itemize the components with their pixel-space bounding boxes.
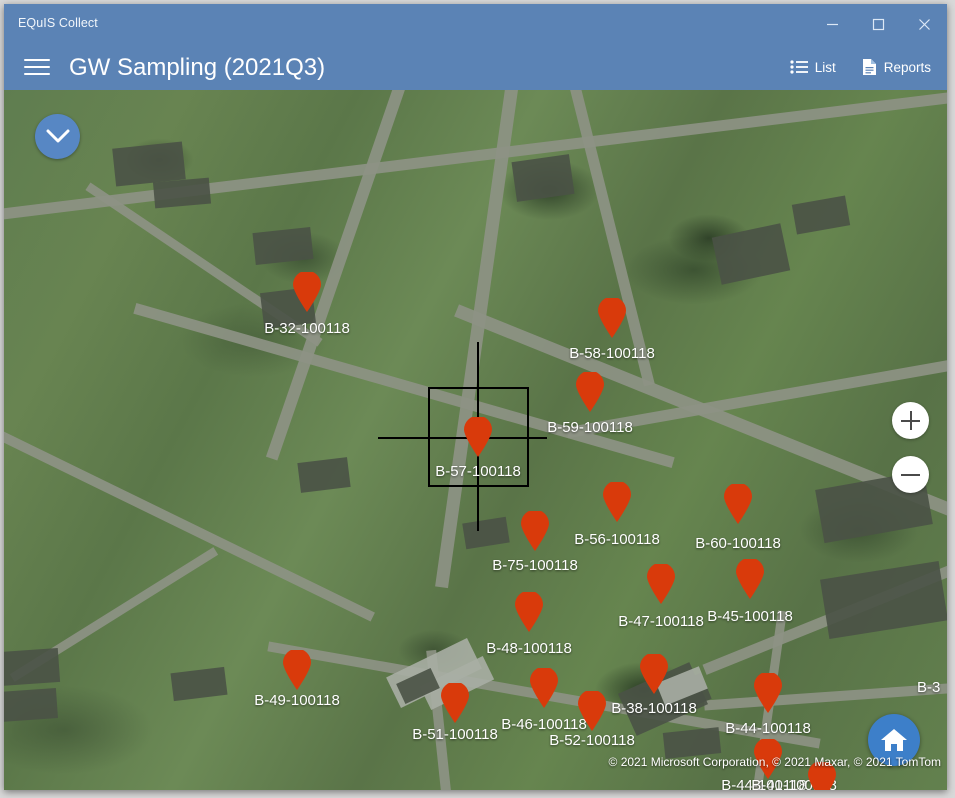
map-marker[interactable]	[578, 691, 606, 731]
marker-label-selected: B-57-100118	[435, 463, 521, 480]
map-pin-icon	[530, 668, 558, 708]
chevron-down-icon	[46, 129, 69, 143]
marker-label: B-32-100118	[264, 320, 350, 337]
marker-label: B-49-100118	[254, 692, 340, 709]
map-pin-icon	[293, 272, 321, 312]
map-pin-icon	[640, 654, 668, 694]
hamburger-line	[24, 59, 50, 61]
map-marker[interactable]	[293, 272, 321, 312]
list-icon	[790, 60, 808, 74]
marker-label: B-75-100118	[492, 557, 578, 574]
map-pin-icon	[521, 511, 549, 551]
map-pin-icon	[754, 673, 782, 713]
map-pin-icon	[647, 564, 675, 604]
hamburger-line	[24, 66, 50, 68]
minus-icon	[901, 465, 920, 484]
zoom-in-button[interactable]	[892, 402, 929, 439]
marker-label: B-52-100118	[549, 732, 635, 749]
home-icon	[881, 729, 907, 751]
list-button-label: List	[814, 59, 836, 75]
marker-label: B-46-100118	[501, 716, 587, 733]
map-marker[interactable]	[724, 484, 752, 524]
marker-label: B-56-100118	[574, 531, 660, 548]
building	[4, 647, 61, 687]
building	[511, 154, 575, 202]
building	[297, 457, 351, 493]
minimize-button[interactable]	[809, 4, 855, 44]
map-pin-icon	[464, 417, 492, 457]
marker-label: B-48-100118	[486, 640, 572, 657]
map-marker[interactable]	[515, 592, 543, 632]
close-icon	[918, 18, 930, 30]
map-attribution: © 2021 Microsoft Corporation, © 2021 Max…	[608, 755, 941, 769]
map-pin-icon	[283, 650, 311, 690]
maximize-button[interactable]	[855, 4, 901, 44]
marker-label: B-60-100118	[695, 535, 781, 552]
map-marker[interactable]	[576, 372, 604, 412]
app-bar-actions: List Reports	[786, 44, 935, 90]
equis-collect-window: EQuIS Collect GW Sampling (2021Q3) List …	[0, 0, 955, 798]
map-view[interactable]: B-32-100118 B-58-100118 B-59-100118 B-57…	[4, 90, 947, 790]
map-marker[interactable]	[530, 668, 558, 708]
map-marker[interactable]	[736, 559, 764, 599]
zoom-out-button[interactable]	[892, 456, 929, 493]
close-button[interactable]	[901, 4, 947, 44]
marker-label: B-45-100118	[707, 608, 793, 625]
marker-label: B-38-100118	[611, 700, 697, 717]
map-marker[interactable]	[441, 683, 469, 723]
hamburger-line	[24, 73, 50, 75]
app-bar: GW Sampling (2021Q3) List Reports	[4, 44, 947, 90]
marker-label: B-51-100118	[412, 726, 498, 743]
map-pin-icon	[603, 482, 631, 522]
list-button[interactable]: List	[786, 56, 840, 79]
hamburger-menu-icon[interactable]	[24, 55, 50, 79]
map-marker-selected[interactable]	[464, 417, 492, 457]
title-bar: EQuIS Collect	[4, 4, 947, 44]
map-pin-icon	[576, 372, 604, 412]
map-marker[interactable]	[521, 511, 549, 551]
marker-label: B-59-100118	[547, 419, 633, 436]
marker-label: B-58-100118	[569, 345, 655, 362]
map-marker[interactable]	[754, 673, 782, 713]
minimize-icon	[826, 23, 838, 25]
building	[252, 227, 314, 265]
page-title: GW Sampling (2021Q3)	[69, 54, 326, 81]
map-pin-icon	[441, 683, 469, 723]
collapse-panel-button[interactable]	[35, 114, 80, 159]
building	[152, 177, 212, 209]
map-marker[interactable]	[283, 650, 311, 690]
plus-icon	[901, 411, 920, 430]
window-controls	[809, 4, 947, 44]
map-pin-icon	[724, 484, 752, 524]
marker-label: B-44-100118	[725, 720, 811, 737]
map-marker[interactable]	[603, 482, 631, 522]
window-title: EQuIS Collect	[18, 16, 98, 30]
map-pin-icon	[515, 592, 543, 632]
marker-label: B-47-100118	[618, 613, 704, 630]
window-frame: EQuIS Collect GW Sampling (2021Q3) List …	[4, 4, 947, 790]
map-pin-icon	[578, 691, 606, 731]
map-pin-icon	[736, 559, 764, 599]
clipped-marker-label: B-3	[917, 679, 941, 696]
reports-button-label: Reports	[883, 59, 931, 75]
crosshair-horizontal	[378, 437, 547, 439]
building	[4, 688, 58, 722]
map-pin-icon	[598, 298, 626, 338]
map-marker[interactable]	[598, 298, 626, 338]
map-marker[interactable]	[640, 654, 668, 694]
reports-button[interactable]: Reports	[858, 54, 935, 80]
document-icon	[862, 59, 876, 75]
maximize-icon	[872, 18, 884, 30]
map-marker[interactable]	[647, 564, 675, 604]
